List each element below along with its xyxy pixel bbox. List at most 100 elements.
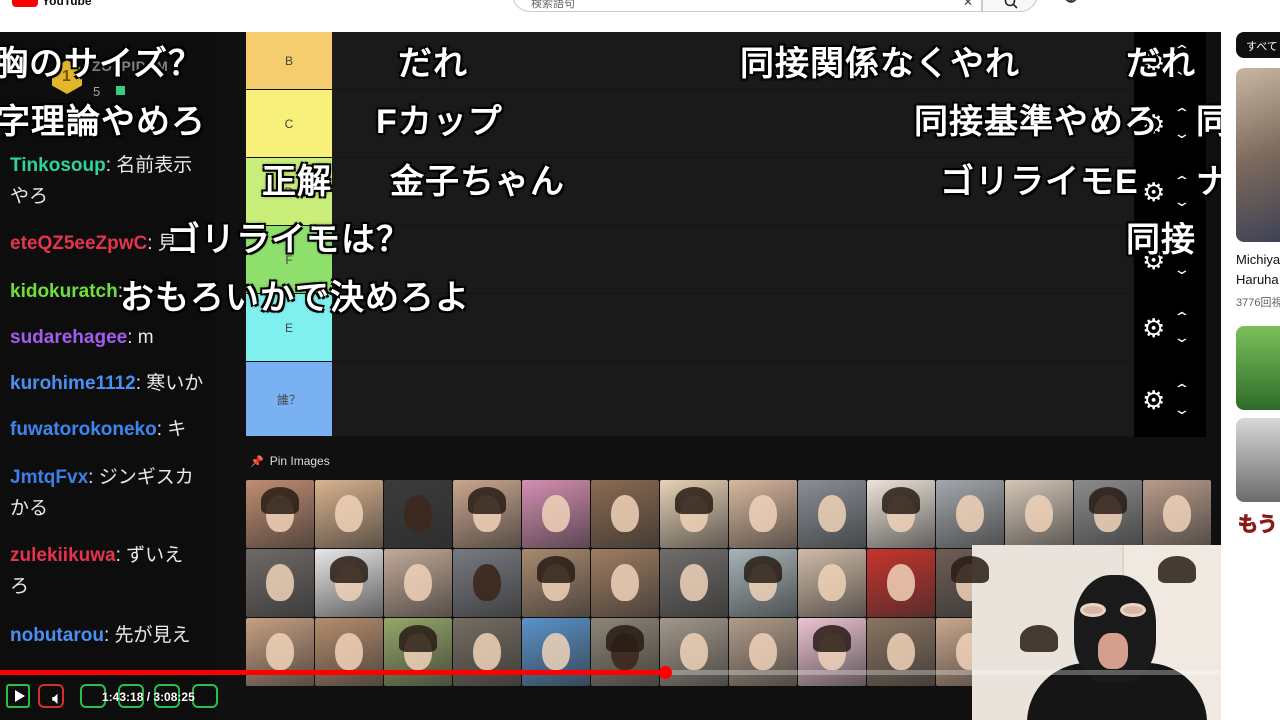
overlay-comment: 正解 [262,163,332,201]
chat-separator: : [135,373,147,394]
tier-image-card[interactable] [936,480,1004,548]
play-button[interactable] [6,684,30,708]
tier-image-card[interactable] [867,480,935,548]
chat-text-continued: やろ [10,186,49,207]
chat-username[interactable]: kurohime1112 [10,373,136,394]
chevron-down-icon[interactable]: ⌄ [1173,402,1191,416]
chat-message: sudarehagee: m [10,322,215,353]
chat-username[interactable]: JmtqFvx [10,467,88,488]
tier-controls: ⚙ ⌃ ⌄ [1134,362,1206,437]
tier-label[interactable]: C [246,90,332,158]
chat-username[interactable]: sudarehagee [10,327,127,348]
progress-fill [0,670,665,675]
tier-image-card[interactable] [453,549,521,617]
search-input[interactable]: 検索語句 ✕ [512,0,982,12]
clear-search-icon[interactable]: ✕ [963,0,973,9]
tier-image-card[interactable] [315,480,383,548]
progress-scrubber[interactable] [659,666,672,679]
tier-image-card[interactable] [522,480,590,548]
tier-image-card[interactable] [384,618,452,686]
overlay-comment: ゴリライモは？ [166,221,411,259]
tier-image-card[interactable] [798,549,866,617]
chat-message: JmtqFvx: ジンギスカ かる [10,462,215,524]
recommended-video-channel-1[interactable]: Haruha [1236,270,1279,290]
tier-image-card[interactable] [591,549,659,617]
filter-chip-all[interactable]: すべて [1236,32,1280,58]
chat-username[interactable]: fuwatorokoneko [10,419,157,440]
chevron-down-icon[interactable]: ⌄ [1173,330,1191,344]
chevron-up-icon[interactable]: ⌃ [1173,382,1191,396]
video-player[interactable]: 1 ZOLPIDEM 5 Tinkosoup: 名前表示 やろ eteQZ5eeZp… [0,32,1221,720]
overlay-comment: だれ [398,45,468,83]
chevron-down-icon[interactable]: ⌄ [1173,126,1191,140]
recommended-video-title-1[interactable]: Michiya [1236,250,1280,270]
tier-image-card[interactable] [1143,480,1211,548]
tier-image-card[interactable] [591,480,659,548]
overlay-comment: ナ [1196,163,1221,201]
time-display: 1:43:18 / 3:08:25 [102,690,195,704]
tier-image-card[interactable] [522,549,590,617]
tier-image-card[interactable] [315,549,383,617]
overlay-comment: 同接 [1126,221,1196,259]
gear-icon[interactable]: ⚙ [1142,179,1165,205]
tier-image-card[interactable] [453,618,521,686]
chat-username[interactable]: Tinkosoup [10,155,106,176]
tier-image-card[interactable] [867,618,935,686]
recommended-video-thumbnail-2[interactable] [1236,326,1280,410]
chevron-down-icon[interactable]: ⌄ [1173,262,1191,276]
tier-image-card[interactable] [315,618,383,686]
tier-image-card[interactable] [1005,480,1073,548]
search-button[interactable] [982,0,1038,12]
tier-image-card[interactable] [660,549,728,617]
youtube-logo[interactable]: YouTube [12,0,92,8]
tier-image-card[interactable] [729,618,797,686]
tier-image-card[interactable] [1074,480,1142,548]
volume-icon[interactable]: 🔈︎ [52,688,63,709]
tier-row-dropzone[interactable] [332,362,1134,437]
tier-image-card[interactable] [453,480,521,548]
chevron-up-icon[interactable]: ⌃ [1173,106,1191,120]
recommended-video-thumbnail-4[interactable]: もう [1236,506,1280,546]
chat-message: Tinkosoup: 名前表示 やろ [10,150,215,212]
pin-icon: 📌 [250,455,264,468]
chat-username[interactable]: zulekiikuwa [10,545,116,566]
chat-text: 先が見え [114,625,191,646]
microphone-icon[interactable] [1062,0,1080,6]
streamer-masked-head [1074,575,1156,683]
chevron-up-icon[interactable]: ⌃ [1173,310,1191,324]
progress-bar[interactable] [0,666,1221,679]
chat-text: ジンギスカ [98,467,194,488]
gear-icon[interactable]: ⚙ [1142,315,1165,341]
search-icon [1004,0,1018,9]
tier-image-card[interactable] [522,618,590,686]
mask-right-eye [1120,603,1146,617]
tier-label[interactable]: B [246,32,332,90]
chat-message: kurohime1112: 寒いか [10,368,215,399]
tier-image-card[interactable] [246,549,314,617]
recommended-video-thumbnail-3[interactable] [1236,418,1280,502]
tier-image-card[interactable] [246,618,314,686]
tier-image-card[interactable] [246,480,314,548]
tier-image-card[interactable] [729,480,797,548]
tier-image-card[interactable] [384,549,452,617]
chat-username[interactable]: kidokuratch [10,281,118,302]
tier-controls: ⚙ ⌃ ⌄ [1134,294,1206,362]
chat-username[interactable]: nobutarou [10,625,104,646]
tier-image-card[interactable] [798,480,866,548]
tier-label[interactable]: 誰？ [246,362,332,437]
tier-image-card[interactable] [798,618,866,686]
tier-image-card[interactable] [591,618,659,686]
mask-left-eye [1080,603,1106,617]
tier-image-card[interactable] [729,549,797,617]
chevron-up-icon[interactable]: ⌃ [1173,174,1191,188]
tier-image-card[interactable] [384,480,452,548]
chevron-down-icon[interactable]: ⌄ [1173,194,1191,208]
tier-image-card[interactable] [867,549,935,617]
chat-username[interactable]: eteQZ5eeZpwC [10,233,147,254]
recommended-video-thumbnail-1[interactable] [1236,68,1280,242]
tier-image-card[interactable] [660,480,728,548]
chat-text: キ [167,419,187,440]
gear-icon[interactable]: ⚙ [1142,387,1165,413]
youtube-header: YouTube 検索語句 ✕ [0,0,1280,32]
overlay-comment: Fカップ [376,103,503,141]
